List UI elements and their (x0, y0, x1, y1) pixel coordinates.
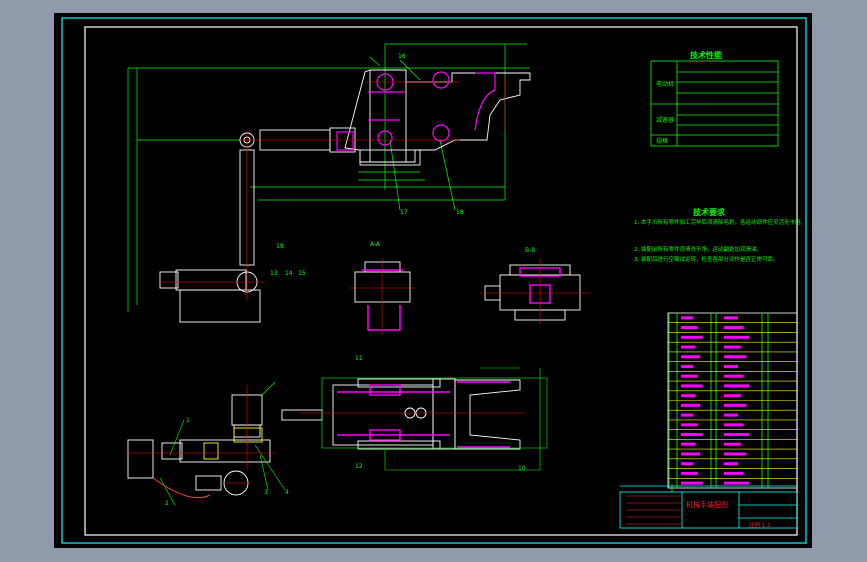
part-label-12: 12 (355, 463, 363, 470)
parts-list-entry-mark (681, 452, 701, 456)
part-label-10: 10 (518, 465, 526, 472)
parts-list-entry-mark (681, 316, 693, 320)
parts-list-entry-mark (724, 433, 750, 437)
parts-list-entry-mark (681, 403, 701, 407)
tech-requirement-3: 3. 装配后进行空载试运转，检查各部分动作是否正常可靠。 (634, 255, 779, 263)
spec-group-reducer: 减速器 (656, 116, 674, 124)
parts-list-entry-mark (681, 335, 703, 339)
parts-list-entry-mark (681, 364, 693, 368)
spec-table-title: 技术性能 (690, 50, 722, 60)
parts-list-entry-mark (724, 335, 750, 339)
parts-list-entry-mark (681, 355, 701, 359)
part-label-18: 18 (456, 209, 464, 216)
part-label-13: 13 (270, 270, 278, 277)
parts-list-entry-mark (681, 326, 698, 330)
parts-list-entry-mark (681, 394, 696, 398)
part-label-2: 2 (165, 500, 169, 507)
part-label-19: 19 (276, 243, 284, 250)
scale-label: 比例 1:2 (749, 521, 771, 529)
parts-list-entry-mark (681, 471, 698, 475)
spec-group-spec: 规格 (656, 137, 668, 145)
part-label-3: 3 (264, 489, 268, 496)
parts-list-entry-mark (724, 462, 738, 466)
parts-list-entry-mark (681, 374, 698, 378)
parts-list-entry-mark (724, 364, 738, 368)
part-label-16: 16 (398, 53, 406, 60)
parts-list-entry-mark (681, 413, 693, 417)
parts-list-entry-mark (724, 423, 744, 427)
tech-requirements-title: 技术要求 (693, 207, 726, 217)
section-b-label: B-B (525, 247, 535, 254)
parts-list-entry-mark (681, 442, 696, 446)
parts-list-entry-mark (681, 433, 703, 437)
part-label-17: 17 (400, 209, 408, 216)
parts-list-entry-mark (724, 326, 744, 330)
parts-list-entry-mark (724, 442, 741, 446)
tech-requirement-1: 1. 本手爪所有零件加工完毕后须清除毛刺，各运动部件应灵活无卡阻。 (634, 218, 806, 226)
parts-list-entry-mark (724, 413, 738, 417)
parts-list-entry-mark (724, 481, 750, 485)
parts-list-entry-mark (724, 394, 741, 398)
parts-list-entry-mark (681, 384, 703, 388)
parts-list-entry-mark (724, 471, 744, 475)
parts-list-entry-mark (681, 462, 693, 466)
parts-list-entry-mark (681, 481, 703, 485)
parts-list-entry-mark (724, 403, 747, 407)
parts-list-entry-mark (724, 345, 741, 349)
parts-list-entry-mark (724, 452, 747, 456)
parts-list-entry-mark (681, 345, 696, 349)
tech-requirement-2: 2. 装配前所有零件须清洗干净，运动副处加润滑油。 (634, 245, 762, 253)
spec-group-motor: 电动机 (656, 80, 674, 88)
section-a-label: A-A (370, 241, 381, 248)
parts-list-entry-mark (681, 423, 698, 427)
parts-list-entry-mark (724, 374, 744, 378)
parts-list-entry-mark (724, 384, 750, 388)
part-label-11: 11 (355, 355, 363, 362)
parts-list-entry-mark (724, 355, 747, 359)
part-label-1: 1 (186, 417, 190, 424)
drawing-title: 机械手装配图 (686, 500, 728, 509)
part-label-4: 4 (285, 489, 289, 496)
cad-drawing-sheet: 16 17 18 19 13 14 15 技术性能 电动机 减速器 规格 技术要… (54, 13, 812, 548)
part-label-15: 15 (298, 270, 306, 277)
part-label-14: 14 (285, 270, 293, 277)
parts-list-entry-mark (724, 316, 738, 320)
